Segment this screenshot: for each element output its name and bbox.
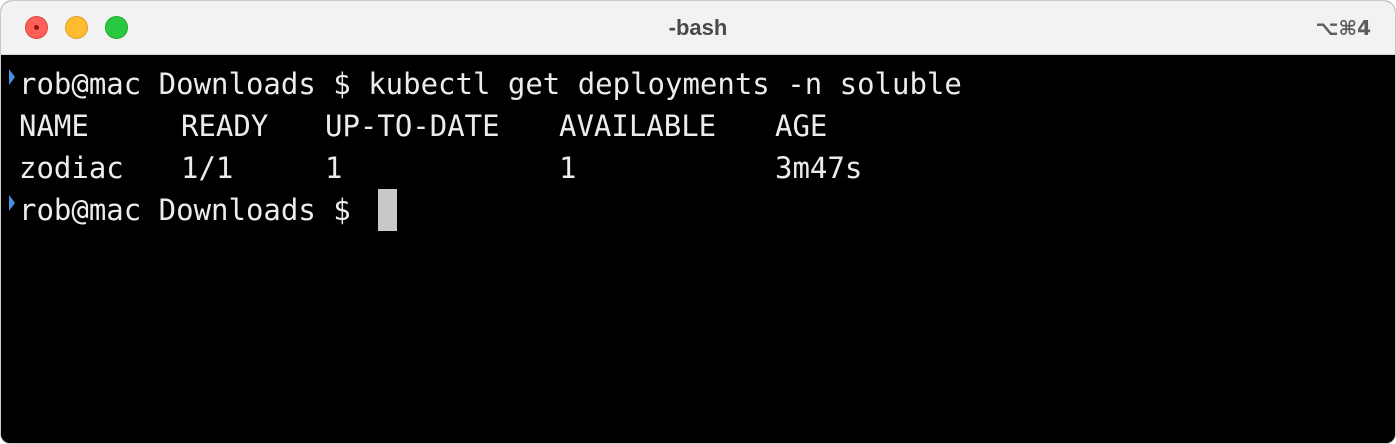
header-ready: READY [181, 109, 269, 143]
row-name: zodiac [19, 151, 124, 185]
header-age: AGE [775, 109, 828, 143]
row-age: 3m47s [775, 151, 863, 185]
prompt-mark-icon [9, 195, 15, 211]
window-shortcut: ⌥⌘4 [1315, 16, 1371, 40]
text-cursor[interactable] [378, 189, 397, 231]
terminal-window: -bash ⌥⌘4 rob@mac Downloads $ kubectl ge… [0, 0, 1396, 444]
header-name: NAME [19, 109, 89, 143]
header-up-to-date: UP-TO-DATE [325, 109, 500, 143]
row-ready: 1/1 [181, 151, 234, 185]
prompt-mark-icon [9, 69, 15, 85]
row-up-to-date: 1 [325, 151, 343, 185]
prompt-text: rob@mac Downloads $ [19, 67, 369, 101]
title-bar[interactable]: -bash ⌥⌘4 [1, 1, 1395, 55]
row-available: 1 [559, 151, 577, 185]
header-available: AVAILABLE [559, 109, 717, 143]
terminal-output[interactable]: rob@mac Downloads $ kubectl get deployme… [1, 56, 1395, 443]
current-prompt: rob@mac Downloads $ [19, 193, 369, 227]
window-title: -bash [668, 15, 728, 40]
command-line: rob@mac Downloads $ kubectl get deployme… [19, 63, 962, 105]
command-text: kubectl get deployments -n soluble [368, 67, 962, 101]
